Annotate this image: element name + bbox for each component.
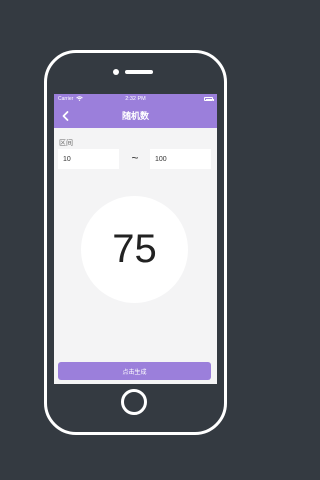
speaker-grille xyxy=(125,70,153,74)
stage: Carrier 2:32 PM 随机数 区间 ~ 75 点击生成 xyxy=(0,0,270,480)
range-min-input[interactable] xyxy=(58,149,119,169)
nav-bar: 随机数 xyxy=(54,104,217,128)
generate-button[interactable]: 点击生成 xyxy=(58,362,211,380)
status-time: 2:32 PM xyxy=(125,96,146,102)
result-circle: 75 xyxy=(81,196,188,303)
home-button[interactable] xyxy=(121,389,147,415)
range-label: 区间 xyxy=(59,140,73,147)
range-separator: ~ xyxy=(131,151,139,165)
status-bar: Carrier 2:32 PM xyxy=(54,94,217,104)
battery-fill xyxy=(205,98,212,100)
result-number: 75 xyxy=(112,227,157,271)
app-screen: Carrier 2:32 PM 随机数 区间 ~ 75 点击生成 xyxy=(54,94,217,384)
battery-icon xyxy=(204,97,214,101)
camera-dot xyxy=(113,69,119,75)
range-max-input[interactable] xyxy=(150,149,211,169)
page-title: 随机数 xyxy=(121,111,149,121)
